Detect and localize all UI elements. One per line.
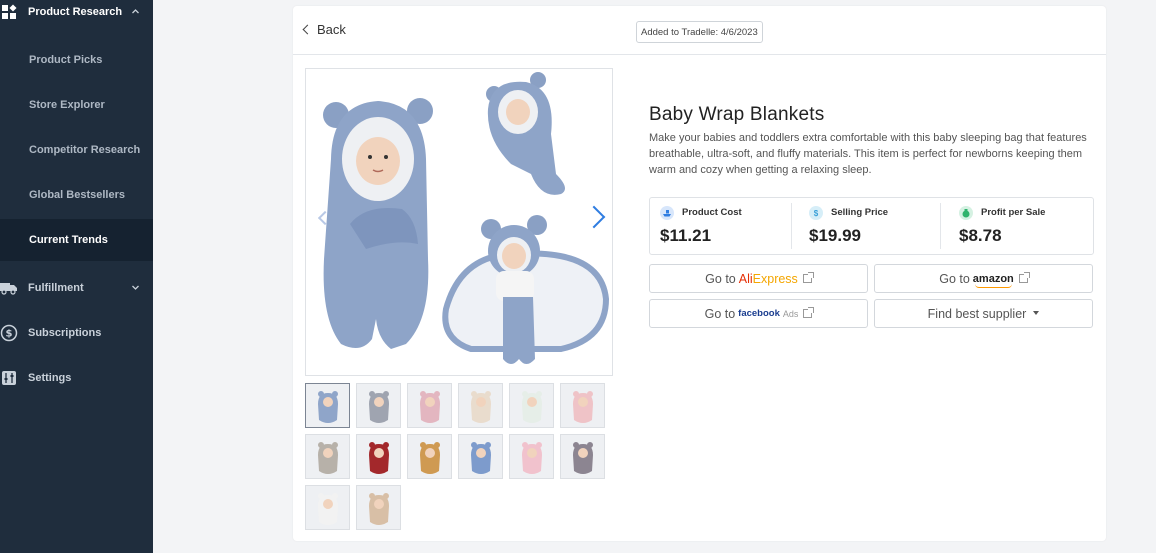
sidebar-item-product-picks[interactable]: Product Picks	[0, 39, 153, 81]
thumbnail-image[interactable]	[305, 434, 350, 479]
button-label: Go to	[939, 271, 970, 286]
thumbnail-fill	[357, 486, 400, 529]
sliders-icon	[0, 369, 18, 387]
thumbnail-image[interactable]	[509, 383, 554, 428]
added-date-badge: Added to Tradelle: 4/6/2023	[636, 21, 763, 43]
stat-divider	[791, 203, 792, 249]
sidebar-item-current-trends[interactable]: Current Trends	[0, 219, 153, 261]
thumbnail-image[interactable]	[356, 383, 401, 428]
thumbnail-fill	[510, 384, 553, 427]
sidebar-section-label: Product Research	[28, 6, 123, 18]
truck-icon	[0, 279, 18, 297]
chevron-down-icon	[131, 283, 140, 294]
sidebar-item-label: Competitor Research	[29, 144, 141, 156]
svg-text:$: $	[6, 329, 13, 340]
go-to-aliexpress-button[interactable]: Go to AliExpress	[649, 264, 868, 293]
sidebar-section-label: Settings	[28, 372, 72, 384]
thumbnail-fill	[561, 384, 604, 427]
thumbnail-image[interactable]	[356, 485, 401, 530]
grid-icon	[0, 3, 18, 21]
stat-value: $19.99	[809, 226, 861, 245]
thumbnail-fill	[306, 435, 349, 478]
stat-label: Product Cost	[682, 207, 742, 218]
caret-down-icon	[1033, 310, 1040, 315]
thumbnail-fill	[459, 435, 502, 478]
main-product-image	[305, 68, 613, 376]
divider	[293, 54, 1106, 55]
sidebar-section-product-research[interactable]: Product Research	[0, 0, 153, 24]
button-label: Go to	[705, 271, 736, 286]
amazon-logo: amazon	[972, 272, 1014, 288]
stat-profit-per-sale: Profit per Sale $8.78	[949, 198, 1090, 254]
sidebar-item-competitor-research[interactable]: Competitor Research	[0, 129, 153, 171]
sidebar-item-label: Product Picks	[29, 54, 103, 66]
sidebar-item-label: Store Explorer	[29, 99, 105, 111]
sidebar-section-settings[interactable]: Settings	[0, 366, 153, 390]
thumbnail-fill	[357, 384, 400, 427]
sidebar-section-fulfillment[interactable]: Fulfillment	[0, 276, 153, 300]
price-tag-icon: $	[809, 206, 823, 220]
sidebar-section-label: Subscriptions	[28, 327, 102, 339]
external-link-icon	[802, 272, 814, 283]
sidebar-section-subscriptions[interactable]: $ Subscriptions	[0, 321, 153, 345]
stat-value: $11.21	[660, 226, 712, 245]
aliexpress-logo-express: Express	[752, 271, 798, 286]
stat-divider	[940, 203, 941, 249]
aliexpress-logo: AliExpress	[739, 272, 798, 286]
back-button[interactable]: Back	[302, 22, 346, 37]
go-to-amazon-button[interactable]: Go to amazon	[874, 264, 1093, 293]
thumbnail-image[interactable]	[305, 383, 350, 428]
thumbnail-fill	[306, 486, 349, 529]
button-label: Go to	[704, 306, 736, 321]
facebook-logo: facebook	[738, 308, 780, 319]
external-link-icon	[1018, 272, 1030, 283]
sidebar-item-label: Current Trends	[29, 234, 108, 246]
thumbnail-fill	[408, 384, 451, 427]
sidebar-item-store-explorer[interactable]: Store Explorer	[0, 84, 153, 126]
stat-value: $8.78	[959, 226, 1002, 245]
stat-label: Profit per Sale	[981, 207, 1046, 218]
thumbnail-image[interactable]	[560, 434, 605, 479]
thumbnail-fill	[357, 435, 400, 478]
find-best-supplier-dropdown[interactable]: Find best supplier	[874, 299, 1093, 328]
price-stats-panel: Product Cost $11.21 $ Selling Price $19.…	[649, 197, 1094, 255]
sidebar-item-label: Global Bestsellers	[29, 189, 125, 201]
sidebar-section-label: Fulfillment	[28, 282, 84, 294]
thumbnail-fill	[561, 435, 604, 478]
back-label: Back	[317, 22, 346, 37]
ship-icon	[660, 206, 674, 220]
stat-selling-price: $ Selling Price $19.99	[799, 198, 940, 254]
sidebar-item-global-bestsellers[interactable]: Global Bestsellers	[0, 174, 153, 216]
thumbnail-image[interactable]	[509, 434, 554, 479]
facebook-ads-label: Ads	[782, 308, 799, 319]
sidebar: Product Research Product Picks Store Exp…	[0, 0, 153, 553]
thumbnail-image[interactable]	[560, 383, 605, 428]
thumbnail-fill	[459, 384, 502, 427]
aliexpress-logo-ali: Ali	[738, 271, 753, 286]
chevron-left-icon	[302, 24, 313, 35]
button-label: Find best supplier	[927, 306, 1027, 321]
thumbnail-image[interactable]	[458, 434, 503, 479]
product-card: Back Added to Tradelle: 4/6/2023 Baby Wr…	[293, 6, 1106, 541]
thumbnail-image[interactable]	[356, 434, 401, 479]
money-bag-icon	[959, 206, 973, 220]
product-title: Baby Wrap Blankets	[649, 104, 825, 125]
thumbnail-image[interactable]	[305, 485, 350, 530]
stat-product-cost: Product Cost $11.21	[650, 198, 791, 254]
thumbnail-fill	[408, 435, 451, 478]
product-image-illustration	[323, 72, 610, 364]
thumbnail-image[interactable]	[458, 383, 503, 428]
thumbnail-image[interactable]	[407, 434, 452, 479]
thumbnail-image[interactable]	[407, 383, 452, 428]
product-description: Make your babies and toddlers extra comf…	[649, 132, 1087, 176]
stat-label: Selling Price	[831, 207, 889, 218]
dollar-circle-icon: $	[0, 324, 18, 342]
thumbnail-fill	[510, 435, 553, 478]
external-link-icon	[803, 307, 815, 318]
thumbnail-fill	[306, 384, 349, 427]
chevron-up-icon	[131, 7, 140, 18]
go-to-facebook-ads-button[interactable]: Go to facebook Ads	[649, 299, 868, 328]
